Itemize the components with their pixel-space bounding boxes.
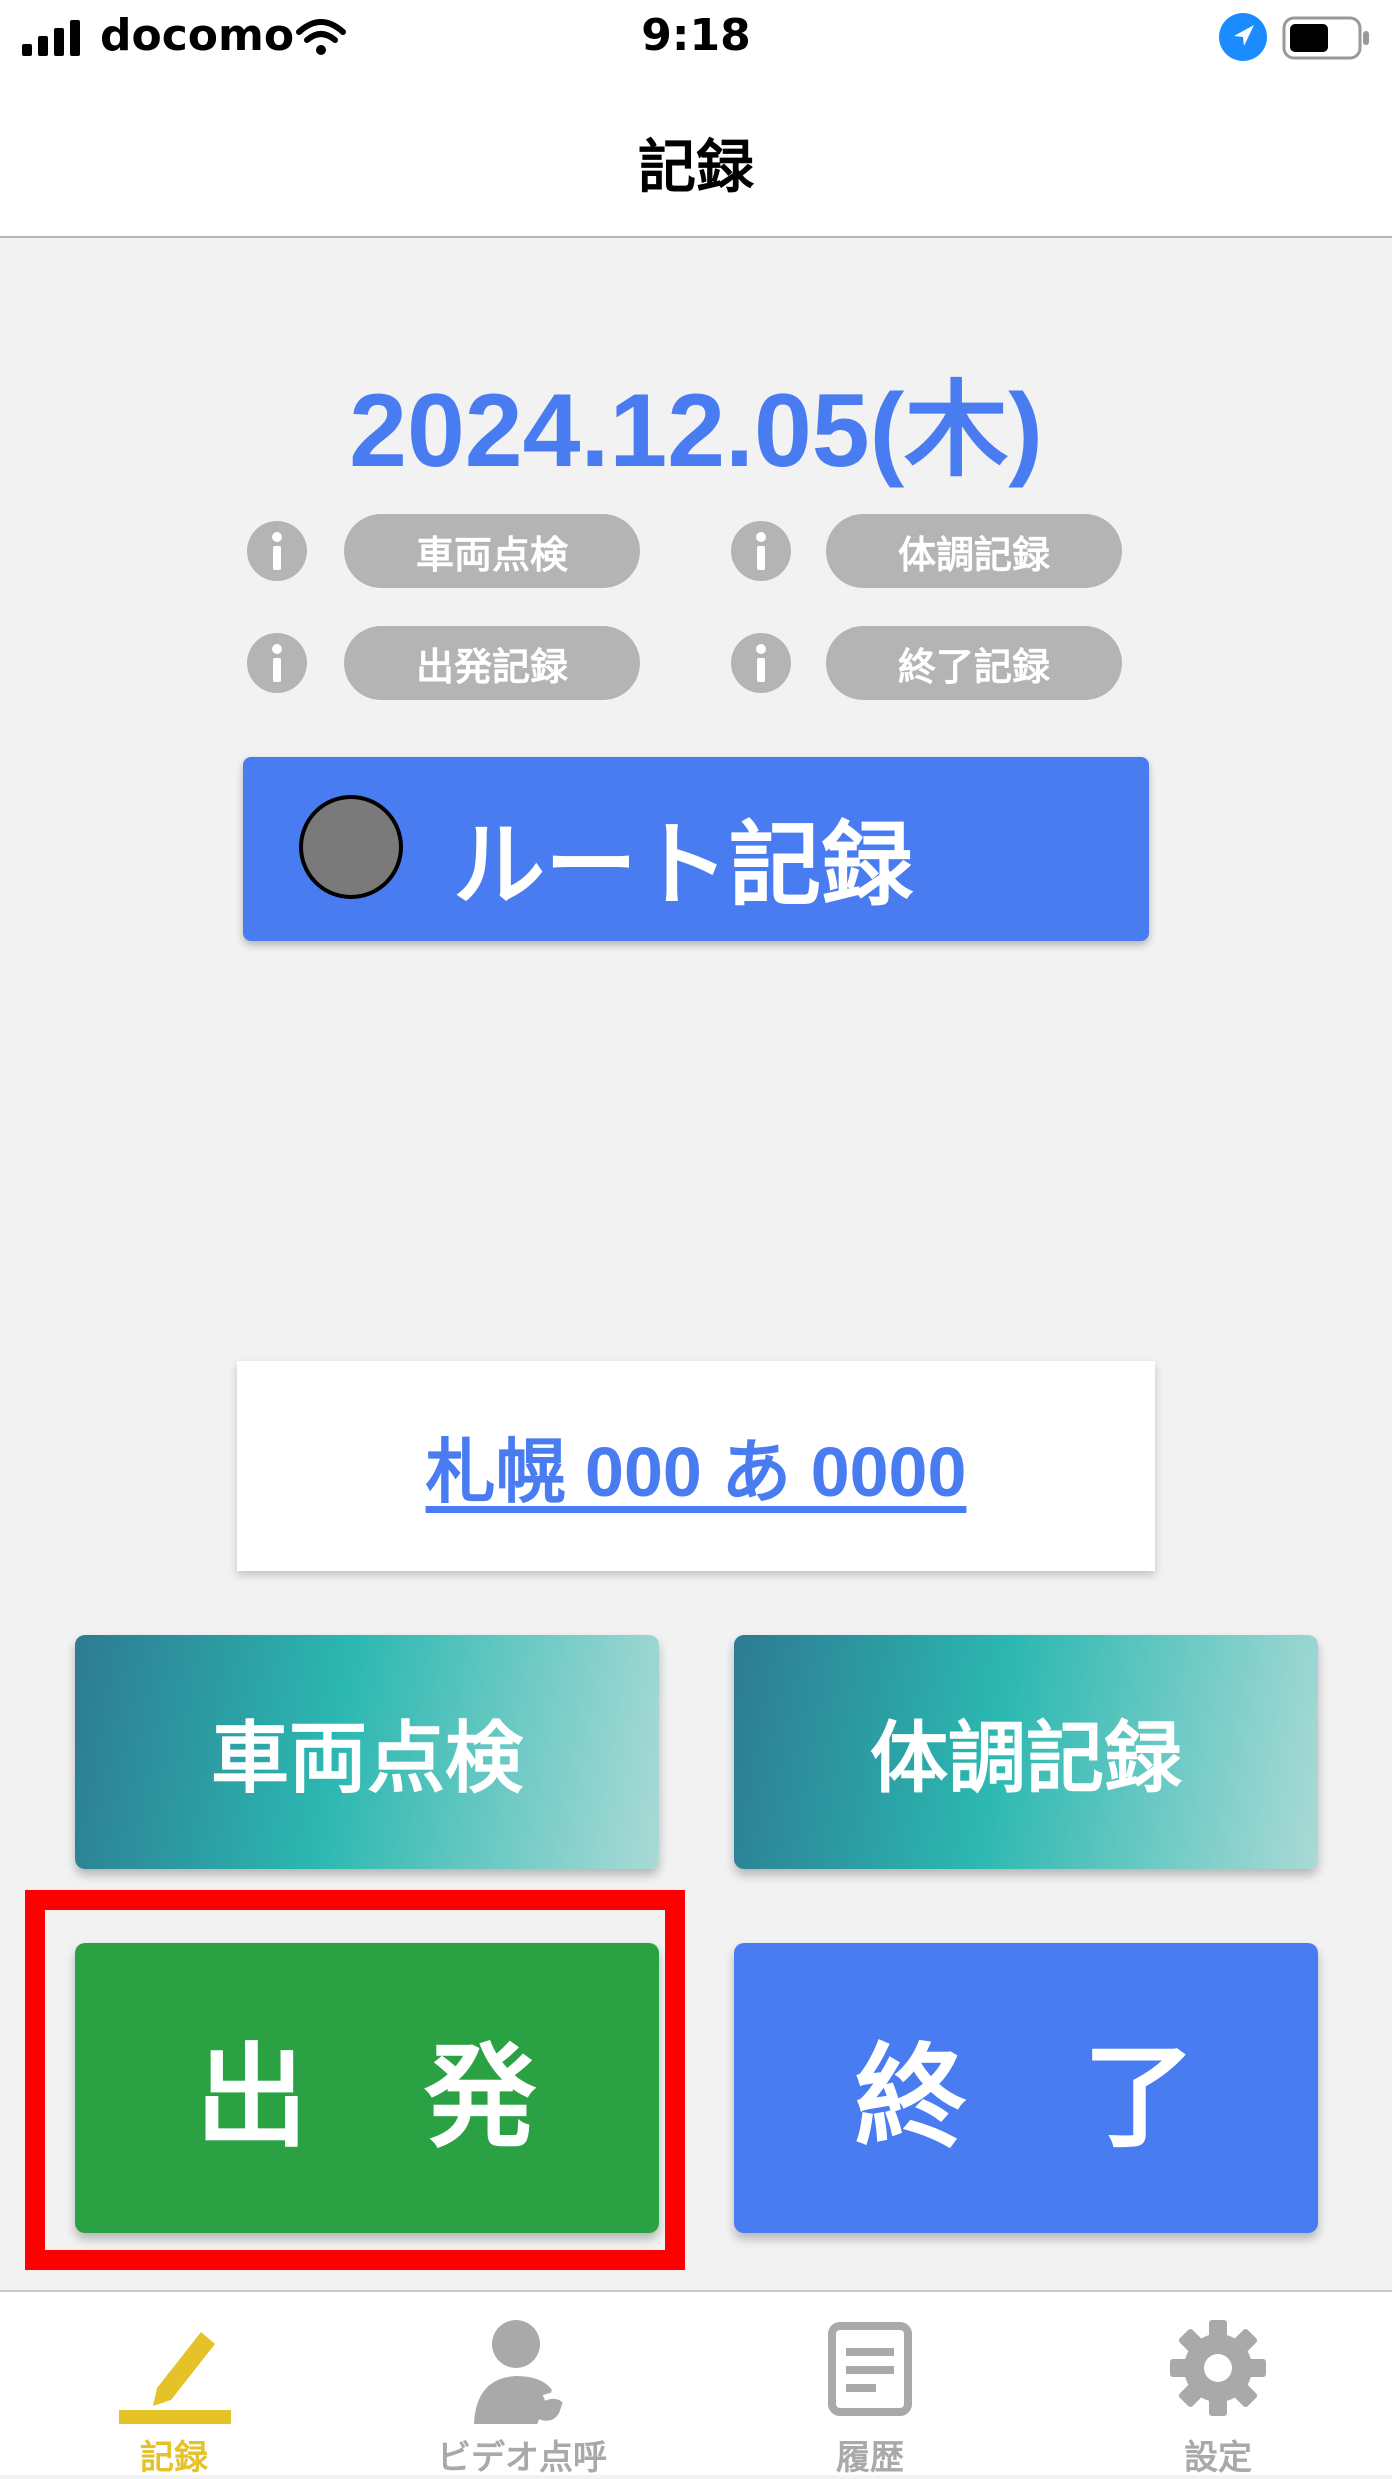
- status-pill-depart-record: 出発記録: [344, 626, 640, 700]
- tab-label: 記録: [140, 2438, 208, 2478]
- tab-record[interactable]: 記録: [0, 2292, 348, 2478]
- pencil-icon: [119, 2332, 231, 2424]
- document-icon: [828, 2322, 912, 2416]
- current-date: 2024.12.05(木): [349, 373, 1043, 489]
- nav-bar: 記録: [0, 80, 1392, 238]
- page-title: 記録: [637, 133, 754, 201]
- tab-history[interactable]: 履歴: [696, 2292, 1044, 2478]
- status-pill-vehicle-inspection: 車両点検: [344, 514, 640, 588]
- tab-bar: 記録 ビデオ点呼 履歴 設定: [0, 2290, 1392, 2478]
- status-time: 9:18: [641, 10, 751, 61]
- vehicle-inspection-button[interactable]: 車両点検: [75, 1635, 659, 1869]
- vehicle-plate-card[interactable]: 札幌 000 あ 0000: [237, 1361, 1155, 1571]
- battery-icon: [1282, 16, 1369, 60]
- finish-button[interactable]: 終 了: [734, 1943, 1318, 2233]
- warning-icon: [247, 521, 307, 581]
- warning-icon: [731, 633, 791, 693]
- status-pill-finish-record: 終了記録: [826, 626, 1122, 700]
- tab-settings[interactable]: 設定: [1044, 2292, 1392, 2478]
- tab-label: 設定: [1184, 2438, 1252, 2478]
- tab-label: 履歴: [836, 2438, 904, 2478]
- status-pill-health-record: 体調記録: [826, 514, 1122, 588]
- highlight-box: [25, 1890, 685, 2270]
- warning-icon: [731, 521, 791, 581]
- health-record-button[interactable]: 体調記録: [734, 1635, 1318, 1869]
- location-icon: [1219, 13, 1267, 61]
- route-record-label: ルート記録: [453, 812, 914, 919]
- warning-icon: [247, 633, 307, 693]
- person-phone-icon: [474, 2320, 570, 2427]
- route-record-button[interactable]: ルート記録: [243, 757, 1149, 941]
- gear-icon: [1170, 2320, 1266, 2416]
- vehicle-plate-link[interactable]: 札幌 000 あ 0000: [426, 1416, 967, 1517]
- tab-video-rollcall[interactable]: ビデオ点呼: [348, 2292, 696, 2478]
- tab-label: ビデオ点呼: [437, 2438, 607, 2478]
- status-bar: docomo 9:18: [0, 0, 1392, 80]
- recording-indicator: [299, 795, 403, 899]
